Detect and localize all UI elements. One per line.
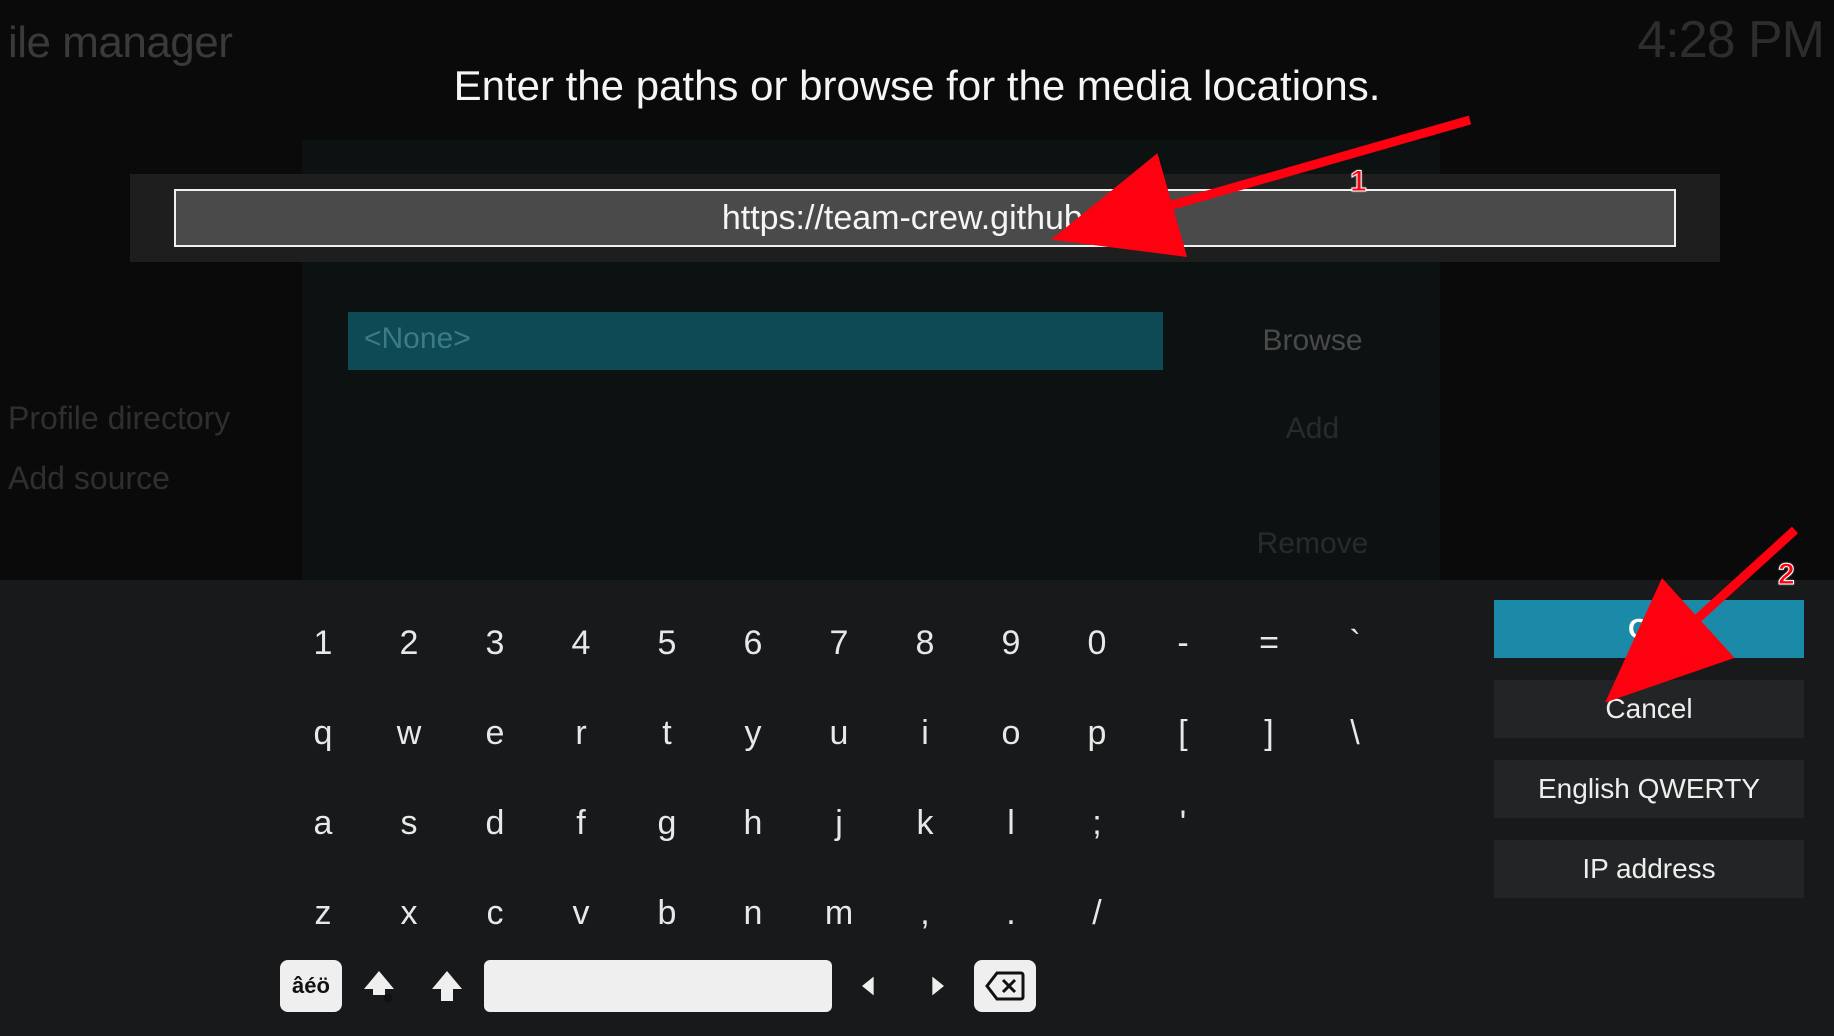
keyboard-row-1: 1 2 3 4 5 6 7 8 9 0 - = ` — [280, 600, 1400, 690]
keyboard-side-buttons: OK Cancel English QWERTY IP address — [1494, 600, 1804, 898]
key-9[interactable]: 9 — [968, 604, 1054, 682]
key-s[interactable]: s — [366, 784, 452, 862]
annotation-label-1: 1 — [1350, 165, 1367, 199]
key-w[interactable]: w — [366, 694, 452, 772]
key-e[interactable]: e — [452, 694, 538, 772]
remove-button-dimmed: Remove — [1185, 515, 1440, 573]
key-open-bracket[interactable]: [ — [1140, 694, 1226, 772]
cancel-button[interactable]: Cancel — [1494, 680, 1804, 738]
cursor-left-key[interactable] — [838, 960, 900, 1012]
page-title: ile manager — [8, 18, 232, 68]
key-6[interactable]: 6 — [710, 604, 796, 682]
keyboard-row-2: q w e r t y u i o p [ ] \ — [280, 690, 1400, 780]
key-t[interactable]: t — [624, 694, 710, 772]
key-backslash[interactable]: \ — [1312, 694, 1398, 772]
key-2[interactable]: 2 — [366, 604, 452, 682]
key-o[interactable]: o — [968, 694, 1054, 772]
key-slash[interactable]: / — [1054, 874, 1140, 952]
key-h[interactable]: h — [710, 784, 796, 862]
key-backtick[interactable]: ` — [1312, 604, 1398, 682]
keyboard-row-4: z x c v b n m , . / — [280, 870, 1400, 960]
key-p[interactable]: p — [1054, 694, 1140, 772]
key-k[interactable]: k — [882, 784, 968, 862]
key-3[interactable]: 3 — [452, 604, 538, 682]
key-semicolon[interactable]: ; — [1054, 784, 1140, 862]
backspace-key[interactable] — [974, 960, 1036, 1012]
shift-icon — [429, 968, 465, 1004]
caps-lock-icon — [361, 968, 397, 1004]
keyboard-layout-button[interactable]: English QWERTY — [1494, 760, 1804, 818]
sidebar-item-profile-directory: Profile directory — [8, 400, 230, 437]
key-q[interactable]: q — [280, 694, 366, 772]
annotation-label-2: 2 — [1778, 558, 1795, 592]
keyboard-row-3: a s d f g h j k l ; ' — [280, 780, 1400, 870]
key-u[interactable]: u — [796, 694, 882, 772]
backspace-icon — [985, 971, 1025, 1001]
key-b[interactable]: b — [624, 874, 710, 952]
key-r[interactable]: r — [538, 694, 624, 772]
cursor-right-key[interactable] — [906, 960, 968, 1012]
cursor-left-icon — [855, 972, 883, 1000]
url-input-container: https://team-crew.github.io/ — [130, 174, 1720, 262]
key-j[interactable]: j — [796, 784, 882, 862]
key-5[interactable]: 5 — [624, 604, 710, 682]
key-8[interactable]: 8 — [882, 604, 968, 682]
key-comma[interactable]: , — [882, 874, 968, 952]
add-button-dimmed: Add — [1185, 400, 1440, 458]
clock: 4:28 PM — [1637, 10, 1824, 70]
space-key[interactable] — [484, 960, 832, 1012]
cursor-right-icon — [923, 972, 951, 1000]
key-g[interactable]: g — [624, 784, 710, 862]
key-z[interactable]: z — [280, 874, 366, 952]
caps-lock-key[interactable] — [348, 960, 410, 1012]
key-l[interactable]: l — [968, 784, 1054, 862]
key-period[interactable]: . — [968, 874, 1054, 952]
onscreen-keyboard: 1 2 3 4 5 6 7 8 9 0 - = ` q w e r t y u … — [0, 580, 1834, 1036]
key-x[interactable]: x — [366, 874, 452, 952]
url-input[interactable]: https://team-crew.github.io/ — [174, 189, 1676, 247]
ip-address-button[interactable]: IP address — [1494, 840, 1804, 898]
shift-key[interactable] — [416, 960, 478, 1012]
keyboard-fn-row: âéö — [280, 960, 1036, 1012]
key-1[interactable]: 1 — [280, 604, 366, 682]
key-4[interactable]: 4 — [538, 604, 624, 682]
dialog-prompt: Enter the paths or browse for the media … — [0, 62, 1834, 110]
key-close-bracket[interactable]: ] — [1226, 694, 1312, 772]
sidebar-item-add-source: Add source — [8, 460, 170, 497]
key-i[interactable]: i — [882, 694, 968, 772]
key-minus[interactable]: - — [1140, 604, 1226, 682]
browse-button-dimmed: Browse — [1185, 312, 1440, 370]
accent-key[interactable]: âéö — [280, 960, 342, 1012]
key-n[interactable]: n — [710, 874, 796, 952]
key-f[interactable]: f — [538, 784, 624, 862]
key-equals[interactable]: = — [1226, 604, 1312, 682]
key-v[interactable]: v — [538, 874, 624, 952]
key-0[interactable]: 0 — [1054, 604, 1140, 682]
key-apostrophe[interactable]: ' — [1140, 784, 1226, 862]
key-m[interactable]: m — [796, 874, 882, 952]
key-c[interactable]: c — [452, 874, 538, 952]
key-d[interactable]: d — [452, 784, 538, 862]
ok-button[interactable]: OK — [1494, 600, 1804, 658]
keyboard-grid: 1 2 3 4 5 6 7 8 9 0 - = ` q w e r t y u … — [280, 600, 1400, 960]
key-7[interactable]: 7 — [796, 604, 882, 682]
key-a[interactable]: a — [280, 784, 366, 862]
key-y[interactable]: y — [710, 694, 796, 772]
source-path-none-field: <None> — [348, 312, 1163, 370]
